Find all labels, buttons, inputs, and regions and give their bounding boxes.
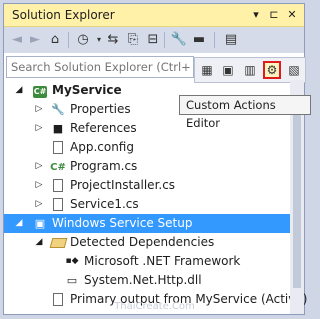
registry-editor-icon[interactable]: ▣ <box>219 61 237 79</box>
tree-item-windows-service-setup[interactable]: ◢ ▣ Windows Service Setup <box>4 214 290 233</box>
folder-open-icon <box>49 233 67 252</box>
collapse-all-icon[interactable]: ⊟ <box>144 31 162 49</box>
window-title: Solution Explorer <box>12 8 115 22</box>
vertical-scrollbar[interactable] <box>290 80 304 314</box>
expand-arrow-icon[interactable]: ◢ <box>14 81 24 100</box>
tree-item-detected-dependencies[interactable]: ◢ Detected Dependencies <box>4 233 290 252</box>
tooltip: Custom Actions Editor <box>179 95 311 130</box>
title-bar: Solution Explorer ▾ ⊏ ✕ <box>4 4 304 27</box>
config-file-icon <box>50 138 66 157</box>
tree-item-label: Microsoft .NET Framework <box>84 254 241 268</box>
tree-item-program-cs[interactable]: ▷ C# Program.cs <box>4 157 290 176</box>
csharp-project-icon: C# <box>33 86 47 98</box>
tree-item-service1-cs[interactable]: ▷ Service1.cs <box>4 195 290 214</box>
preview-icon[interactable]: ▬ <box>190 31 208 49</box>
tree-item-label: Program.cs <box>70 159 138 173</box>
home-icon[interactable]: ⌂ <box>46 31 64 49</box>
sync-icon[interactable]: ⇆ <box>104 31 122 49</box>
custom-actions-editor-icon[interactable]: ⚙ <box>263 61 281 79</box>
tree-item-label: App.config <box>70 140 134 154</box>
search-input[interactable] <box>7 57 195 77</box>
tree-item-references[interactable]: ▷ ■ References <box>4 119 290 138</box>
scrollbar-thumb[interactable] <box>293 98 301 288</box>
expand-arrow-icon[interactable]: ◢ <box>34 233 44 252</box>
tree-item-label: Detected Dependencies <box>70 235 215 249</box>
tree-item-label: MyService <box>52 83 122 97</box>
search-box[interactable] <box>6 56 195 78</box>
expand-arrow-icon[interactable]: ▷ <box>34 195 44 214</box>
file-types-editor-icon[interactable]: ▥ <box>241 61 259 79</box>
tree-item-label: References <box>70 121 137 135</box>
pin-icon[interactable]: ⊏ <box>266 7 282 23</box>
forward-icon[interactable]: ► <box>26 31 44 49</box>
pending-changes-icon[interactable]: ⎘ <box>124 31 142 49</box>
dropdown-icon[interactable]: ▾ <box>248 7 264 23</box>
expand-arrow-icon[interactable]: ▷ <box>34 100 44 119</box>
dependency-icon: ▪◆ <box>65 256 79 266</box>
csharp-file-icon: C# <box>50 162 66 173</box>
tree-item-label: System.Net.Http.dll <box>84 273 202 287</box>
file-system-editor-icon[interactable]: ▦ <box>198 61 216 79</box>
wrench-icon: 🔧 <box>51 103 65 116</box>
toolbar-separator <box>214 32 215 48</box>
assembly-icon: ▭ <box>66 274 78 287</box>
file-system-editor-icon[interactable]: ▤ <box>222 31 240 49</box>
tree-item-label: ProjectInstaller.cs <box>70 178 176 192</box>
close-icon[interactable]: ✕ <box>284 7 300 23</box>
main-toolbar: ◄ ► ⌂ ◷ ▾ ⇆ ⎘ ⊟ 🔧 ▬ ▤ <box>4 27 304 53</box>
setup-project-icon: ▣ <box>34 217 46 230</box>
launch-conditions-editor-icon[interactable]: ▧ <box>285 61 303 79</box>
tree-item-label: Service1.cs <box>70 197 139 211</box>
tree-item-system-net-http-dll[interactable]: ▭ System.Net.Http.dll <box>4 271 290 290</box>
back-icon[interactable]: ◄ <box>8 31 26 49</box>
solution-explorer-window: Solution Explorer ▾ ⊏ ✕ ◄ ► ⌂ ◷ ▾ ⇆ ⎘ ⊟ … <box>3 3 311 315</box>
tree-item-net-framework[interactable]: ▪◆ Microsoft .NET Framework <box>4 252 290 271</box>
tree-item-label: Windows Service Setup <box>52 216 193 230</box>
expand-arrow-icon[interactable]: ▷ <box>34 157 44 176</box>
properties-icon[interactable]: 🔧 <box>170 31 188 49</box>
csharp-file-icon <box>50 195 66 214</box>
references-icon: ■ <box>52 122 64 135</box>
watermark: ThaiCreate.Com <box>114 301 195 312</box>
tree-item-projectinstaller-cs[interactable]: ▷ ProjectInstaller.cs <box>4 176 290 195</box>
expand-arrow-icon[interactable]: ▷ <box>34 176 44 195</box>
toolbar-separator <box>68 32 69 48</box>
solution-tree: ◢ C# MyService ▷ 🔧 Properties ▷ ■ Refere… <box>4 80 307 314</box>
csharp-file-icon <box>50 176 66 195</box>
tree-item-label: Properties <box>70 102 131 116</box>
expand-arrow-icon[interactable]: ▷ <box>34 119 44 138</box>
tree-item-app-config[interactable]: App.config <box>4 138 290 157</box>
toolbar-separator <box>164 32 165 48</box>
expand-arrow-icon[interactable]: ◢ <box>14 214 24 233</box>
